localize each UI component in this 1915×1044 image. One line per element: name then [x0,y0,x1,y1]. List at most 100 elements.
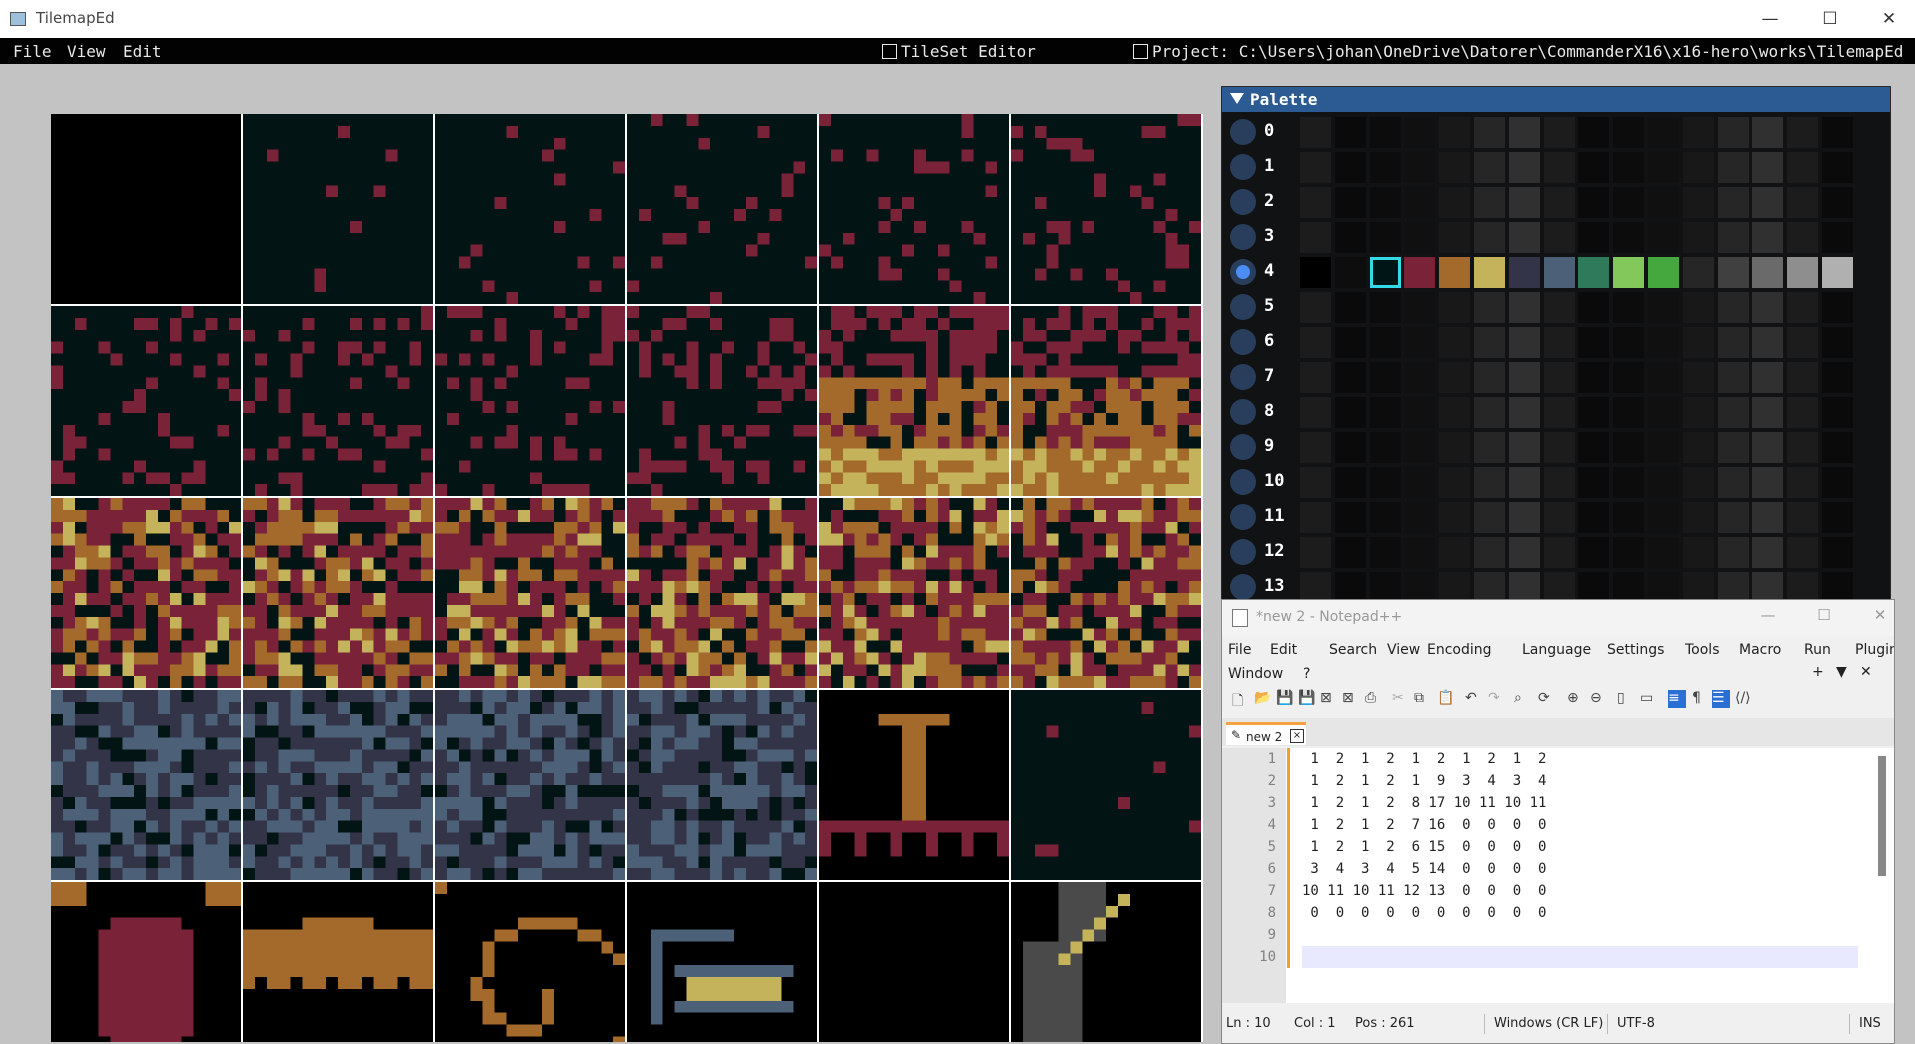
palette-swatch[interactable] [1787,362,1818,393]
palette-swatch[interactable] [1404,327,1435,358]
palette-swatch[interactable] [1370,537,1401,568]
palette-swatch[interactable] [1613,257,1644,288]
palette-swatch[interactable] [1335,362,1366,393]
palette-swatch[interactable] [1300,327,1331,358]
palette-swatch[interactable] [1370,257,1401,288]
tile-25[interactable] [243,882,433,1042]
palette-swatch[interactable] [1404,152,1435,183]
code-line[interactable]: 0 0 0 0 0 0 0 0 0 0 [1302,902,1858,924]
palette-swatch[interactable] [1300,152,1331,183]
palette-swatch[interactable] [1718,327,1749,358]
palette-swatch[interactable] [1335,327,1366,358]
palette-row-radio[interactable] [1230,364,1256,390]
palette-swatch[interactable] [1544,152,1575,183]
palette-swatch[interactable] [1613,117,1644,148]
notepad-menu-edit[interactable]: Edit [1270,642,1297,658]
tileset-grid[interactable] [51,114,1203,1042]
palette-swatch[interactable] [1718,502,1749,533]
palette-swatch[interactable] [1683,257,1714,288]
palette-header[interactable]: Palette [1222,87,1890,112]
save-all-icon[interactable]: 💾 [1298,690,1316,708]
palette-swatch[interactable] [1578,572,1609,600]
palette-swatch[interactable] [1752,187,1783,218]
palette-swatch[interactable] [1335,152,1366,183]
palette-swatch[interactable] [1648,432,1679,463]
palette-swatch[interactable] [1370,467,1401,498]
palette-swatch[interactable] [1544,397,1575,428]
palette-swatch[interactable] [1822,467,1853,498]
language-icon[interactable]: ⟨/⟩ [1735,690,1753,708]
tab-new-2[interactable]: ✎ new 2 × [1226,722,1306,745]
tile-6[interactable] [51,306,241,496]
palette-swatch[interactable] [1683,152,1714,183]
maximize-button[interactable]: ☐ [1807,4,1853,34]
palette-swatch[interactable] [1544,327,1575,358]
zoom-in-icon[interactable]: ⊕ [1567,690,1585,708]
palette-swatch[interactable] [1613,397,1644,428]
palette-swatch[interactable] [1300,432,1331,463]
palette-swatch[interactable] [1787,537,1818,568]
notepad-close-button[interactable]: ✕ [1860,606,1895,624]
palette-swatch[interactable] [1300,117,1331,148]
palette-swatch[interactable] [1439,292,1470,323]
palette-swatch[interactable] [1578,222,1609,253]
palette-row-radio[interactable] [1230,119,1256,145]
palette-swatch[interactable] [1683,362,1714,393]
palette-swatch[interactable] [1718,187,1749,218]
palette-swatch[interactable] [1474,257,1505,288]
palette-swatch[interactable] [1613,467,1644,498]
palette-swatch[interactable] [1335,292,1366,323]
palette-swatch[interactable] [1509,432,1540,463]
palette-swatch[interactable] [1404,257,1435,288]
palette-swatch[interactable] [1335,222,1366,253]
palette-swatch[interactable] [1439,327,1470,358]
palette-swatch[interactable] [1787,397,1818,428]
palette-swatch[interactable] [1822,572,1853,600]
palette-swatch[interactable] [1370,432,1401,463]
palette-swatch[interactable] [1509,152,1540,183]
palette-swatch[interactable] [1787,467,1818,498]
palette-swatch[interactable] [1509,537,1540,568]
save-icon[interactable]: 💾 [1276,690,1294,708]
palette-swatch[interactable] [1474,327,1505,358]
palette-swatch[interactable] [1683,502,1714,533]
palette-swatch[interactable] [1439,152,1470,183]
tile-2[interactable] [435,114,625,304]
palette-swatch[interactable] [1544,117,1575,148]
palette-swatch[interactable] [1648,362,1679,393]
palette-swatch[interactable] [1404,572,1435,600]
tile-10[interactable] [819,306,1009,496]
palette-swatch[interactable] [1648,467,1679,498]
notepad-menu-settings[interactable]: Settings [1607,642,1664,658]
palette-swatch[interactable] [1404,222,1435,253]
palette-swatch[interactable] [1370,572,1401,600]
tile-3[interactable] [627,114,817,304]
tile-19[interactable] [243,690,433,880]
palette-swatch[interactable] [1404,117,1435,148]
palette-swatch[interactable] [1613,222,1644,253]
code-line[interactable]: 3 4 3 4 5 14 0 0 0 0 [1302,858,1858,880]
palette-swatch[interactable] [1822,257,1853,288]
palette-swatch[interactable] [1474,152,1505,183]
palette-swatch[interactable] [1578,327,1609,358]
palette-swatch[interactable] [1613,152,1644,183]
palette-swatch[interactable] [1822,222,1853,253]
palette-swatch[interactable] [1370,222,1401,253]
palette-swatch[interactable] [1752,117,1783,148]
tile-14[interactable] [435,498,625,688]
palette-swatch[interactable] [1787,292,1818,323]
palette-swatch[interactable] [1474,362,1505,393]
palette-swatch[interactable] [1683,117,1714,148]
palette-swatch[interactable] [1335,537,1366,568]
tile-15[interactable] [627,498,817,688]
copy-icon[interactable]: ⧉ [1414,690,1432,708]
palette-swatch[interactable] [1718,117,1749,148]
tile-22[interactable] [819,690,1009,880]
print-icon[interactable]: ⎙ [1365,690,1383,708]
palette-row-radio[interactable] [1230,154,1256,180]
notepad-minimize-button[interactable]: — [1748,606,1788,624]
notepad-menu-encoding[interactable]: Encoding [1427,642,1492,658]
show-all-chars-icon[interactable]: ¶ [1692,690,1710,708]
tile-23[interactable] [1011,690,1201,880]
palette-swatch[interactable] [1544,572,1575,600]
